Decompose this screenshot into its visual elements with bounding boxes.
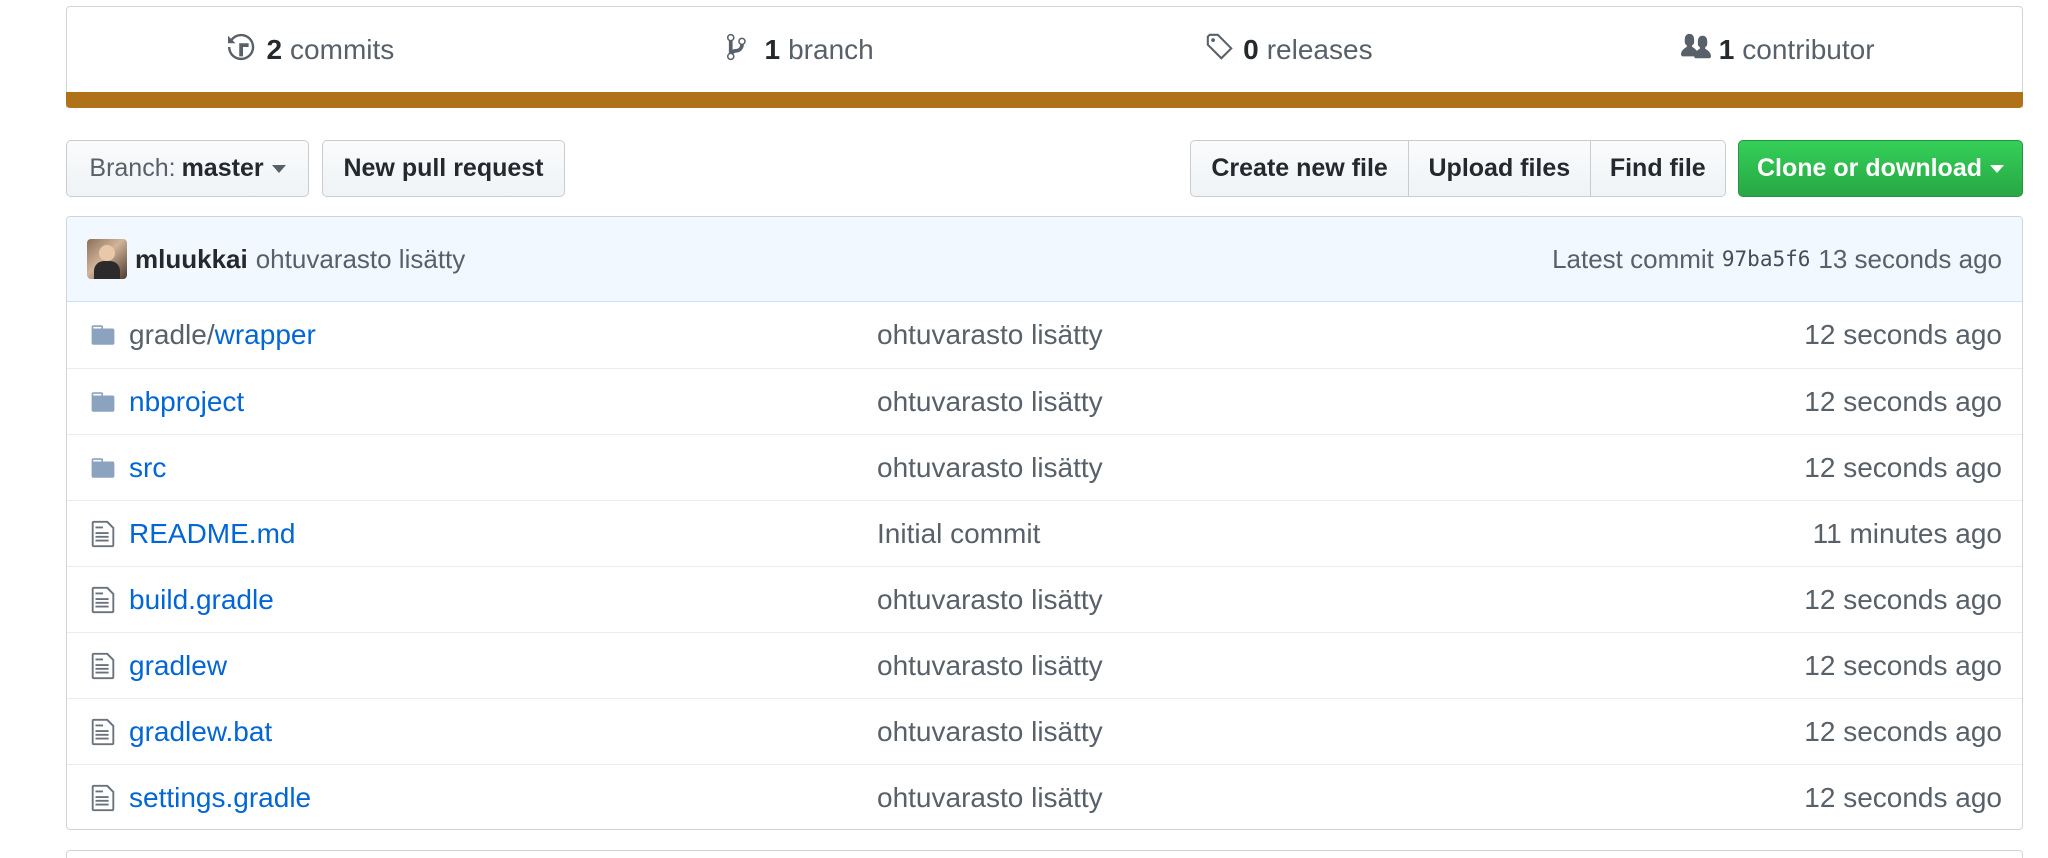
branches-label: branch (788, 34, 874, 65)
branch-label: Branch: (89, 154, 176, 182)
contributors-link[interactable]: 1 contributor (1533, 32, 2022, 69)
releases-link[interactable]: 0 releases (1045, 32, 1534, 69)
file-icon (87, 584, 119, 616)
latest-commit-bar: mluukkai ohtuvarasto lisätty Latest comm… (67, 217, 2022, 302)
file-commit-message[interactable]: ohtuvarasto lisätty (877, 584, 1804, 616)
history-icon (228, 32, 258, 69)
file-name: build.gradle (129, 583, 274, 615)
folder-icon (87, 319, 119, 351)
table-row: settings.gradle ohtuvarasto lisätty 12 sec… (67, 764, 2022, 829)
file-name-link[interactable]: src (129, 452, 877, 484)
file-icon (87, 782, 119, 814)
latest-commit-info: Latest commit 97ba5f6 13 seconds ago (1552, 244, 2002, 275)
file-age: 12 seconds ago (1804, 451, 2002, 483)
file-actions-group: Create new file Upload files Find file (1190, 140, 1727, 197)
folder-icon (87, 386, 119, 418)
avatar[interactable] (87, 239, 127, 279)
file-list: gradle/wrapper ohtuvarasto lisätty 12 seco… (67, 302, 2022, 829)
file-name-link[interactable]: gradlew (129, 650, 877, 682)
file-commit-message[interactable]: ohtuvarasto lisätty (877, 716, 1804, 748)
table-row: src ohtuvarasto lisätty 12 seconds ago (67, 434, 2022, 500)
file-age: 12 seconds ago (1804, 385, 2002, 417)
commit-age: 13 seconds ago (1818, 243, 2002, 274)
file-name: src (129, 451, 167, 483)
file-age: 11 minutes ago (1812, 517, 2002, 549)
chevron-down-icon (1990, 164, 2004, 173)
file-name: gradlew (129, 649, 228, 681)
commits-count: 2 (266, 34, 283, 65)
file-age: 12 seconds ago (1804, 715, 2002, 747)
file-name-link[interactable]: gradlew.bat (129, 716, 877, 748)
file-table: mluukkai ohtuvarasto lisätty Latest comm… (66, 216, 2023, 830)
file-icon (87, 716, 119, 748)
file-name: README.md (129, 517, 296, 549)
table-row: gradlew ohtuvarasto lisätty 12 seconds ago (67, 632, 2022, 698)
file-age: 12 seconds ago (1804, 649, 2002, 681)
file-name: wrapper (214, 319, 316, 350)
contributors-label: contributor (1742, 34, 1875, 65)
file-commit-message[interactable]: ohtuvarasto lisätty (877, 386, 1804, 418)
new-pull-request-button[interactable]: New pull request (322, 140, 565, 197)
table-row: build.gradle ohtuvarasto lisätty 12 second… (67, 566, 2022, 632)
clone-label: Clone or download (1757, 154, 1982, 182)
find-file-button[interactable]: Find file (1590, 140, 1727, 197)
file-commit-message[interactable]: Initial commit (877, 518, 1813, 550)
folder-icon (87, 452, 119, 484)
branches-link[interactable]: 1 branch (556, 32, 1045, 69)
contributors-count: 1 (1718, 34, 1735, 65)
table-row: gradle/wrapper ohtuvarasto lisätty 12 seco… (67, 302, 2022, 368)
latest-commit-label: Latest commit (1552, 243, 1714, 274)
file-path-prefix: gradle/ (129, 319, 215, 350)
file-icon (87, 650, 119, 682)
branch-value: master (181, 154, 264, 182)
upload-files-button[interactable]: Upload files (1409, 140, 1591, 197)
file-commit-message[interactable]: ohtuvarasto lisätty (877, 782, 1804, 814)
table-row: nbproject ohtuvarasto lisätty 12 seconds a… (67, 368, 2022, 434)
file-name-link[interactable]: settings.gradle (129, 782, 877, 814)
branch-select-button[interactable]: Branch: master (66, 140, 309, 197)
commit-sha[interactable]: 97ba5f6 (1722, 247, 1811, 271)
commits-link[interactable]: 2 commits (67, 32, 556, 69)
file-name-link[interactable]: gradle/wrapper (129, 319, 877, 351)
commit-author[interactable]: mluukkai (135, 244, 248, 275)
create-new-file-button[interactable]: Create new file (1190, 140, 1410, 197)
readme-box (66, 850, 2023, 858)
file-commit-message[interactable]: ohtuvarasto lisätty (877, 319, 1804, 351)
file-name-link[interactable]: nbproject (129, 386, 877, 418)
tag-icon (1205, 32, 1235, 69)
file-age: 12 seconds ago (1804, 583, 2002, 615)
git-branch-icon (726, 32, 757, 69)
file-navigation: Branch: master New pull request Create n… (66, 140, 2023, 197)
table-row: README.md Initial commit 11 minutes ago (67, 500, 2022, 566)
commit-message[interactable]: ohtuvarasto lisätty (256, 244, 466, 275)
commits-label: commits (290, 34, 395, 65)
language-bar[interactable] (66, 92, 2023, 108)
chevron-down-icon (271, 164, 286, 173)
file-name-link[interactable]: build.gradle (129, 584, 877, 616)
file-name: settings.gradle (129, 781, 312, 813)
releases-label: releases (1266, 34, 1373, 65)
people-icon (1680, 32, 1711, 69)
releases-count: 0 (1243, 34, 1259, 65)
file-name: nbproject (129, 385, 245, 417)
repo-summary: 2 commits 1 branch 0 releases 1 contribu… (66, 6, 2023, 108)
file-name: gradlew.bat (129, 715, 273, 747)
file-name-link[interactable]: README.md (129, 518, 877, 550)
file-icon (87, 518, 119, 550)
table-row: gradlew.bat ohtuvarasto lisätty 12 seconds… (67, 698, 2022, 764)
file-age: 12 seconds ago (1804, 781, 2002, 813)
file-commit-message[interactable]: ohtuvarasto lisätty (877, 650, 1804, 682)
file-commit-message[interactable]: ohtuvarasto lisätty (877, 452, 1804, 484)
branches-count: 1 (764, 34, 781, 65)
file-age: 12 seconds ago (1804, 319, 2002, 350)
clone-or-download-button[interactable]: Clone or download (1738, 140, 2023, 197)
